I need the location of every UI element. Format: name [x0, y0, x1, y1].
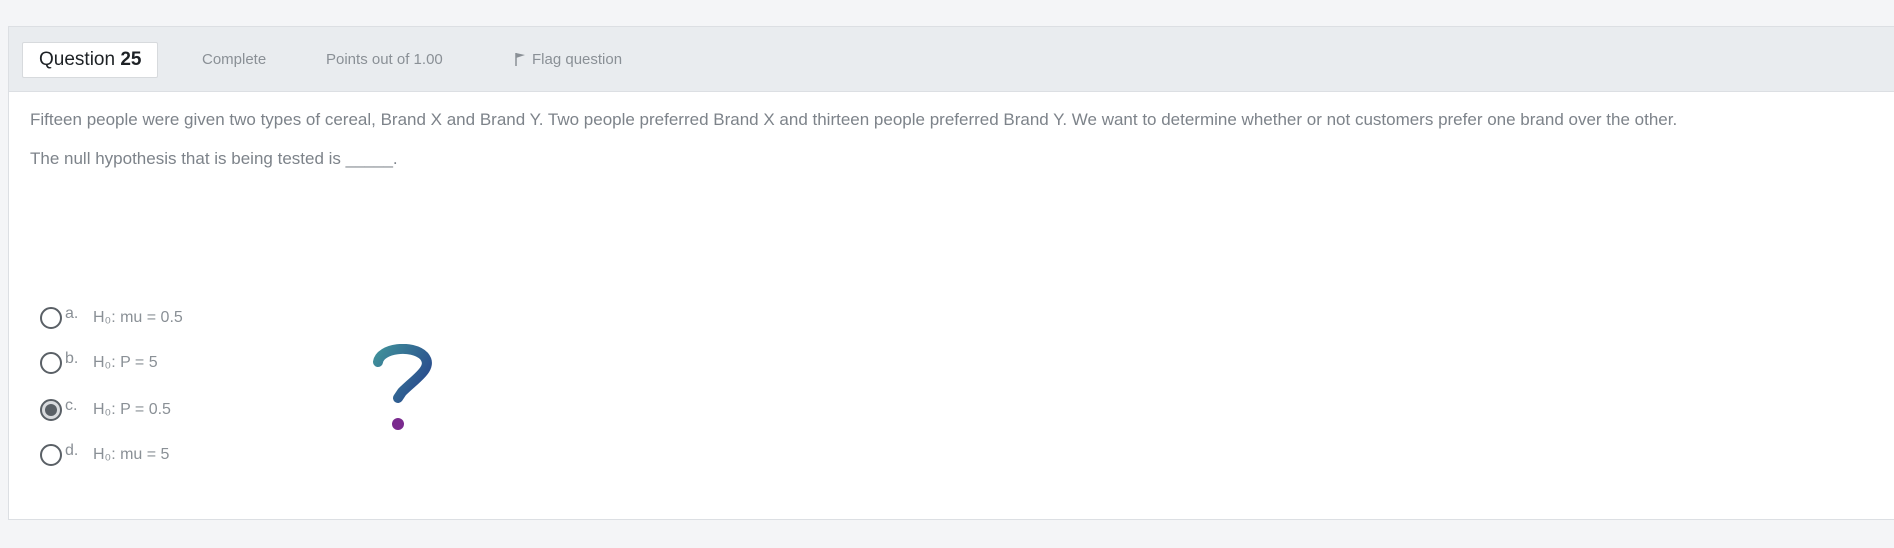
question-mark-icon [373, 344, 432, 430]
answer-text-c: H₀: P = 0.5 [93, 401, 171, 418]
radio-button-c[interactable] [40, 399, 62, 421]
flag-question-link[interactable]: Flag question [514, 27, 622, 91]
answer-option-c[interactable]: c. H₀: P = 0.5 [40, 395, 183, 425]
answer-text-a: H₀: mu = 0.5 [93, 309, 183, 326]
answer-letter-d: d. [65, 442, 79, 459]
answer-option-b[interactable]: b. H₀: P = 5 [40, 348, 183, 378]
answer-options: a. H₀: mu = 0.5 b. H₀: P = 5 c. H₀: P = … [40, 303, 183, 485]
question-state: Complete [202, 50, 267, 68]
radio-button-d[interactable] [40, 444, 62, 466]
answer-option-d[interactable]: d. H₀: mu = 5 [40, 440, 183, 470]
question-info-bar: Question 25 Complete Points out of 1.00 … [9, 27, 1894, 92]
question-number-box: Question 25 [22, 42, 159, 78]
answer-option-a[interactable]: a. H₀: mu = 0.5 [40, 303, 183, 333]
answer-letter-b: b. [65, 350, 79, 367]
flag-icon [515, 53, 525, 66]
question-number: 25 [120, 49, 142, 70]
answer-letter-a: a. [65, 305, 79, 322]
answer-text-d: H₀: mu = 5 [93, 446, 170, 463]
answer-text-b: H₀: P = 5 [93, 354, 158, 371]
flag-question-label: Flag question [532, 50, 623, 68]
question-label: Question [39, 49, 116, 70]
question-grade: Points out of 1.00 [326, 50, 443, 68]
question-paragraph-1: Fifteen people were given two types of c… [30, 110, 1678, 129]
question-paragraph-2: The null hypothesis that is being tested… [30, 149, 398, 168]
answer-letter-c: c. [65, 397, 78, 414]
radio-button-b[interactable] [40, 352, 62, 374]
radio-button-a[interactable] [40, 307, 62, 329]
question-card: Question 25 Complete Points out of 1.00 … [8, 26, 1894, 520]
question-text: Fifteen people were given two types of c… [30, 104, 1880, 174]
